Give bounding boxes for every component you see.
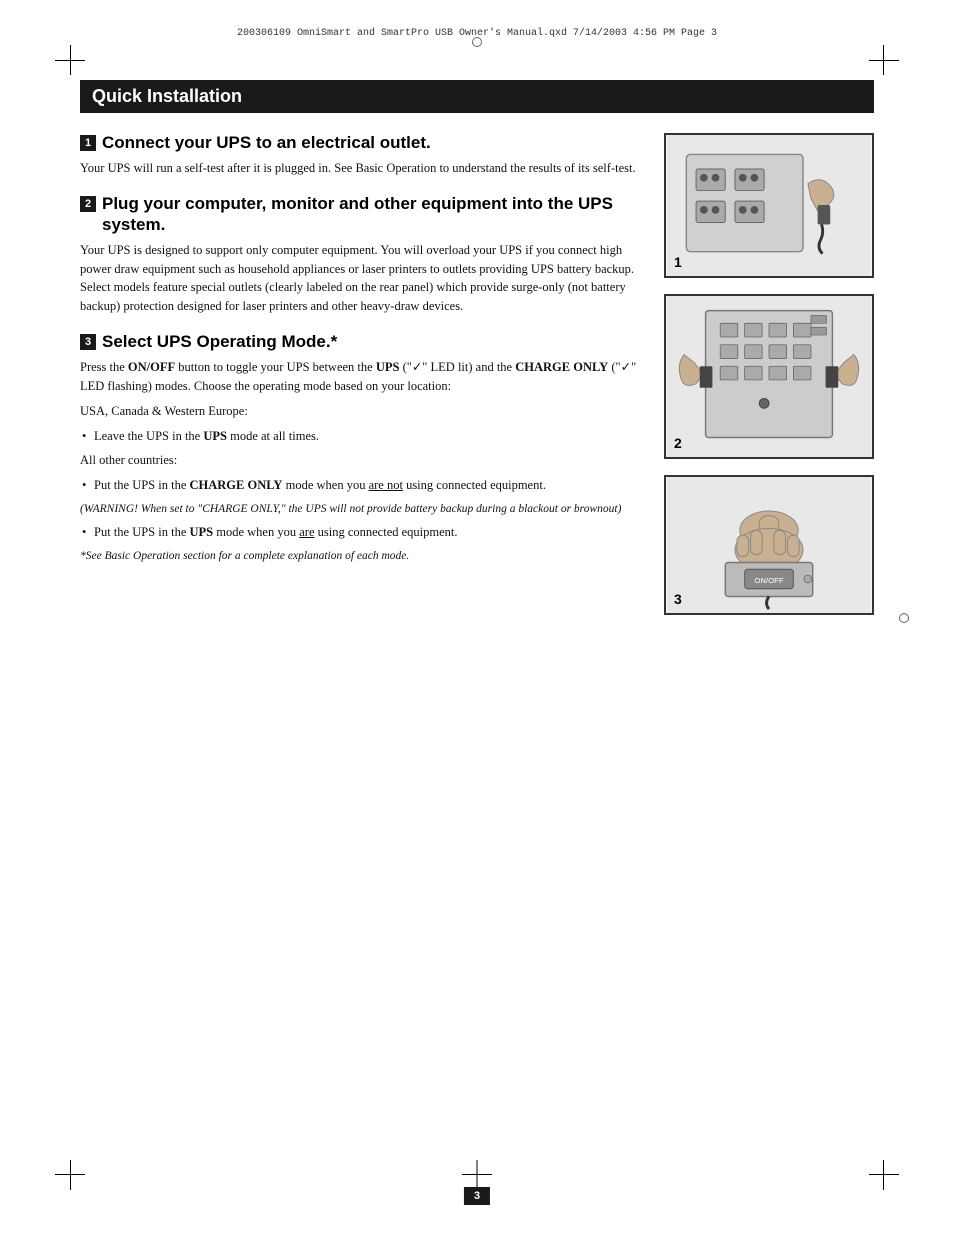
left-column: 1 Connect your UPS to an electrical outl… [80,133,644,580]
crop-mark-br-v [883,1160,884,1190]
step-1-body: Your UPS will run a self-test after it i… [80,159,644,178]
warning-text: (WARNING! When set to "CHARGE ONLY," the… [80,501,644,517]
step-3-section: 3 Select UPS Operating Mode.* Press the … [80,332,644,564]
metadata-line: 200306109 OmniSmart and SmartPro USB Own… [237,28,717,39]
step-2-title: Plug your computer, monitor and other eq… [102,194,644,235]
step-2-number: 2 [80,196,96,212]
image-2-svg [666,296,872,457]
content-layout: 1 Connect your UPS to an electrical outl… [80,133,874,615]
image-1-label: 1 [674,254,682,270]
title-bar: Quick Installation [80,80,874,113]
crop-mark-tl-v [70,45,71,75]
registration-circle-right [899,613,909,623]
page-title: Quick Installation [92,86,862,107]
step-3-intro: Press the ON/OFF button to toggle your U… [80,358,644,396]
region-other-bullets: Put the UPS in the CHARGE ONLY mode when… [80,476,644,495]
step-1-header: 1 Connect your UPS to an electrical outl… [80,133,644,153]
page-number: 3 [464,1187,490,1205]
step-1-text: Your UPS will run a self-test after it i… [80,159,644,178]
step-2-body: Your UPS is designed to support only com… [80,241,644,316]
step-2-section: 2 Plug your computer, monitor and other … [80,194,644,316]
right-column: 1 [664,133,874,615]
main-content: Quick Installation 1 Connect your UPS to… [80,80,874,1155]
step-1-number: 1 [80,135,96,151]
image-3-svg: ON/OFF [666,477,872,613]
image-1-svg [666,135,872,276]
other-bullet-2: Put the UPS in the UPS mode when you are… [80,523,644,542]
step-3-body: Press the ON/OFF button to toggle your U… [80,358,644,563]
step-2-header: 2 Plug your computer, monitor and other … [80,194,644,235]
step-1-title: Connect your UPS to an electrical outlet… [102,133,431,153]
image-1-box: 1 [664,133,874,278]
region-usa-label: USA, Canada & Western Europe: [80,402,644,421]
crop-mark-tr-v [883,45,884,75]
footnote-text: *See Basic Operation section for a compl… [80,548,644,564]
image-2-label: 2 [674,435,682,451]
step-1-section: 1 Connect your UPS to an electrical outl… [80,133,644,178]
image-3-box: ON/OFF 3 [664,475,874,615]
region-other-extra-bullets: Put the UPS in the UPS mode when you are… [80,523,644,542]
svg-text:ON/OFF: ON/OFF [754,576,784,585]
usa-bullet-1: Leave the UPS in the UPS mode at all tim… [80,427,644,446]
region-usa-bullets: Leave the UPS in the UPS mode at all tim… [80,427,644,446]
step-3-number: 3 [80,334,96,350]
region-other-label: All other countries: [80,451,644,470]
image-3-label: 3 [674,591,682,607]
crop-mark-br-h [869,1174,899,1175]
page-container: 200306109 OmniSmart and SmartPro USB Own… [0,0,954,1235]
image-2-box: 2 [664,294,874,459]
other-bullet-1: Put the UPS in the CHARGE ONLY mode when… [80,476,644,495]
crop-mark-tr-h [869,60,899,61]
crop-mark-cb-v [477,1160,478,1190]
step-3-header: 3 Select UPS Operating Mode.* [80,332,644,352]
crop-mark-bl-v [70,1160,71,1190]
step-2-text: Your UPS is designed to support only com… [80,241,644,316]
step-3-title: Select UPS Operating Mode.* [102,332,337,352]
